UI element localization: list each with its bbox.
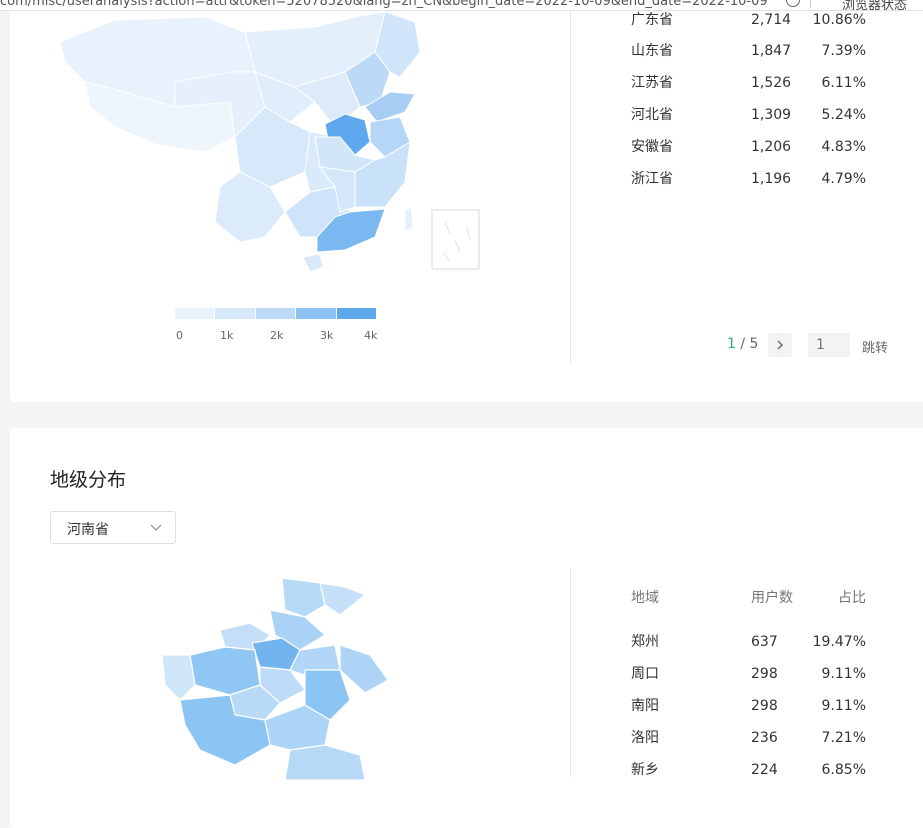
- extension-label[interactable]: 浏览器状态: [842, 0, 907, 10]
- users-cell: 236: [751, 730, 778, 746]
- pagination-status: 1 / 5: [727, 336, 758, 352]
- city-distribution-card: [10, 428, 923, 828]
- pagination-separator: /: [735, 336, 750, 352]
- users-cell: 224: [751, 762, 778, 778]
- legend-tick: 2k: [270, 329, 284, 342]
- region-cell: 周口: [631, 666, 659, 682]
- pct-cell: 7.21%: [821, 730, 866, 746]
- legend-swatch: [255, 308, 297, 319]
- users-cell: 2,714: [751, 12, 792, 28]
- region-cell: 新乡: [631, 762, 659, 778]
- pct-cell: 9.11%: [821, 698, 866, 714]
- reload-icon[interactable]: [786, 0, 800, 7]
- region-cell: 郑州: [631, 634, 659, 650]
- region-cell: 广东省: [631, 12, 673, 28]
- page-jump-button[interactable]: 跳转: [862, 337, 888, 356]
- region-cell: 洛阳: [631, 730, 659, 746]
- users-cell: 1,309: [751, 107, 792, 123]
- map-region-taiwan[interactable]: [404, 206, 414, 233]
- pct-cell: 4.83%: [821, 139, 866, 155]
- pct-cell: 6.11%: [821, 75, 866, 91]
- page-jump-input[interactable]: [808, 333, 850, 357]
- header-users[interactable]: 用户数: [751, 588, 793, 608]
- map-region-anyang[interactable]: [281, 577, 326, 618]
- pct-cell: 9.11%: [821, 666, 866, 682]
- map-region-shangqiu[interactable]: [339, 644, 389, 694]
- legend-tick: 0: [176, 329, 183, 342]
- users-cell: 298: [751, 698, 778, 714]
- south-china-sea-inset: [431, 209, 480, 270]
- users-cell: 1,196: [751, 171, 792, 187]
- users-cell: 1,206: [751, 139, 792, 155]
- china-choropleth-map: [59, 12, 480, 273]
- pct-cell: 4.79%: [821, 171, 866, 187]
- pagination-total: 5: [749, 336, 759, 352]
- chevron-right-icon: [777, 340, 783, 350]
- region-cell: 南阳: [631, 698, 659, 714]
- users-cell: 637: [751, 634, 778, 650]
- panel-divider: [570, 568, 571, 778]
- users-cell: 298: [751, 666, 778, 682]
- region-cell: 山东省: [631, 43, 673, 59]
- users-cell: 1,526: [751, 75, 792, 91]
- province-select-value: 河南省: [67, 522, 109, 538]
- map-region-hainan[interactable]: [302, 253, 324, 273]
- header-pct[interactable]: 占比: [801, 588, 866, 608]
- map-region-luoyang[interactable]: [189, 646, 261, 696]
- address-url[interactable]: com/misc/useranalysis?action=attr&token=…: [0, 0, 768, 9]
- toolbar-divider: [810, 0, 811, 8]
- region-cell: 江苏省: [631, 75, 673, 91]
- legend-tick: 4k: [364, 329, 378, 342]
- region-cell: 浙江省: [631, 171, 673, 187]
- pct-cell: 10.86%: [812, 12, 866, 28]
- pct-cell: 7.39%: [821, 43, 866, 59]
- legend-swatch: [215, 308, 256, 319]
- legend-swatch: [336, 308, 377, 319]
- map-legend-gradient: [175, 308, 377, 319]
- section-title: 地级分布: [50, 469, 127, 491]
- region-cell: 安徽省: [631, 139, 673, 155]
- panel-divider: [570, 0, 571, 363]
- henan-choropleth-map: [161, 577, 389, 780]
- chevron-down-icon: [150, 524, 162, 531]
- legend-tick: 3k: [320, 329, 334, 342]
- pct-cell: 5.24%: [821, 107, 866, 123]
- legend-swatch: [296, 308, 337, 319]
- map-region-sanmenxia[interactable]: [161, 654, 196, 701]
- map-region-hebi[interactable]: [319, 582, 367, 616]
- pct-cell: 19.47%: [812, 634, 866, 650]
- province-select[interactable]: 河南省: [50, 511, 176, 544]
- header-region[interactable]: 地域: [631, 588, 659, 608]
- legend-tick: 1k: [220, 329, 234, 342]
- next-page-button[interactable]: [768, 333, 792, 357]
- map-region-xinyang[interactable]: [284, 744, 366, 780]
- legend-swatch: [175, 308, 216, 319]
- pct-cell: 6.85%: [821, 762, 866, 778]
- browser-address-bar[interactable]: com/misc/useranalysis?action=attr&token=…: [0, 0, 923, 11]
- users-cell: 1,847: [751, 43, 792, 59]
- pagination-current: 1: [727, 336, 736, 352]
- region-cell: 河北省: [631, 107, 673, 123]
